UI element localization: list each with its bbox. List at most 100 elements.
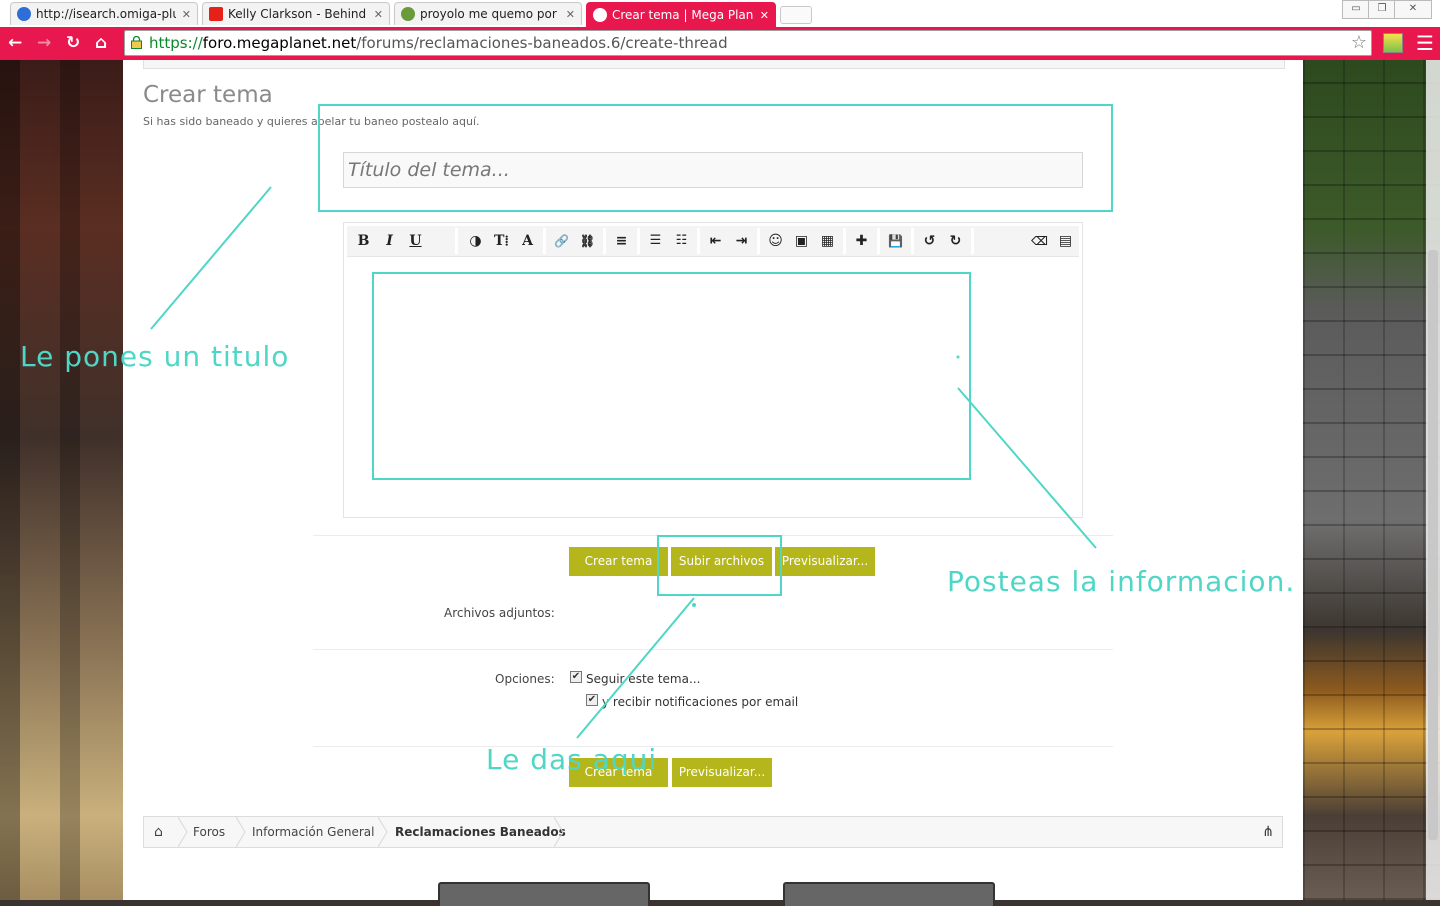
remove-format-button[interactable]: ⌫: [1027, 226, 1052, 256]
address-bar[interactable]: https://foro.megaplanet.net/forums/recla…: [124, 30, 1372, 56]
attachments-label: Archivos adjuntos:: [444, 606, 555, 620]
toolbar-separator: [455, 228, 458, 254]
browser-tab-megaplanet[interactable]: Crear tema | Mega Planet ✕: [586, 2, 776, 27]
tab-title: Kelly Clarkson - Behind Th: [228, 7, 368, 21]
bullet-list-button[interactable]: ☰: [643, 226, 668, 256]
toolbar-separator: [877, 228, 880, 254]
email-notify-label: y recibir notificaciones por email: [602, 695, 799, 709]
breadcrumb-item-foros[interactable]: Foros: [193, 817, 225, 847]
youtube-icon: [209, 7, 223, 21]
insert-more-button[interactable]: ✚: [849, 226, 874, 256]
home-icon[interactable]: ⌂: [95, 32, 107, 54]
close-tab-icon[interactable]: ✕: [566, 8, 575, 21]
extension-icon[interactable]: [1383, 33, 1403, 53]
site-icon: [401, 7, 415, 21]
browser-tab-proyolo[interactable]: proyolo me quemo por te ✕: [394, 2, 582, 25]
upload-files-button[interactable]: Subir archivos: [671, 547, 772, 576]
breadcrumb-separator: [554, 817, 564, 847]
toolbar-separator: [603, 228, 606, 254]
message-editor: B I U ◑ T⁞ A 🔗 ⛓ ≡ ☰ ☷ ⇤ ⇥ ☺ ▣ ▦ ✚ 💾 ↺ ↻…: [343, 222, 1083, 518]
bold-button[interactable]: B: [351, 226, 376, 256]
font-family-button[interactable]: A: [515, 226, 540, 256]
browser-tab-bar: http://isearch.omiga-plus ✕ Kelly Clarks…: [0, 0, 1440, 27]
preview-button[interactable]: Previsualizar...: [775, 547, 875, 576]
toolbar-separator: [911, 228, 914, 254]
toggle-source-button[interactable]: ▤: [1053, 226, 1078, 256]
url-scheme: https://: [149, 34, 203, 52]
indent-button[interactable]: ⇥: [729, 226, 754, 256]
title-annotation-text: Le pones un titulo: [20, 340, 290, 373]
bookmark-star-icon[interactable]: ☆: [1351, 31, 1367, 55]
browser-tab-isearch[interactable]: http://isearch.omiga-plus ✕: [10, 2, 198, 25]
toolbar-separator: [757, 228, 760, 254]
divider: [313, 649, 1113, 650]
create-thread-button[interactable]: Crear tema: [569, 547, 668, 576]
body-annotation-text: Posteas la informacion.: [947, 565, 1296, 598]
page-title: Crear tema: [143, 82, 273, 108]
restore-window-icon[interactable]: ❐: [1368, 0, 1396, 19]
breadcrumb-separator: [378, 817, 388, 847]
close-tab-icon[interactable]: ✕: [760, 9, 769, 22]
reload-icon[interactable]: ↻: [66, 32, 80, 54]
unlink-button[interactable]: ⛓: [575, 226, 600, 256]
tab-title: http://isearch.omiga-plus: [36, 7, 176, 21]
megaplanet-icon: [593, 8, 607, 22]
underline-button[interactable]: U: [403, 226, 428, 256]
divider: [313, 535, 1113, 536]
background-art-right: [1303, 60, 1440, 900]
save-draft-button[interactable]: 💾: [883, 226, 908, 256]
sitemap-icon[interactable]: ⋔: [1262, 817, 1274, 847]
message-body-input[interactable]: [347, 257, 1079, 515]
smilie-button[interactable]: ☺: [763, 226, 788, 256]
watch-thread-checkbox[interactable]: ✔: [570, 671, 582, 683]
menu-icon[interactable]: ☰: [1416, 33, 1434, 53]
insert-media-button[interactable]: ▦: [815, 226, 840, 256]
browser-toolbar: ← → ↻ ⌂ https://foro.megaplanet.net/foru…: [0, 27, 1440, 60]
globe-icon: [17, 7, 31, 21]
top-breadcrumb-edge: [143, 60, 1285, 69]
footer-image-button-right[interactable]: [783, 882, 995, 906]
page-subtitle: Si has sido baneado y quieres apelar tu …: [143, 115, 480, 128]
italic-button[interactable]: I: [377, 226, 402, 256]
divider: [313, 746, 1113, 747]
redo-button[interactable]: ↻: [943, 226, 968, 256]
scrollbar-thumb[interactable]: [1428, 250, 1438, 840]
forum-page: Crear tema Si has sido baneado y quieres…: [123, 60, 1303, 906]
tab-title: proyolo me quemo por te: [420, 7, 560, 21]
text-color-button[interactable]: ◑: [463, 226, 488, 256]
url-text: https://foro.megaplanet.net/forums/recla…: [149, 31, 728, 55]
breadcrumb-item-informacion-general[interactable]: Información General: [252, 817, 374, 847]
page-scrollbar[interactable]: [1426, 60, 1440, 900]
url-host: foro.megaplanet.net: [202, 34, 357, 52]
align-button[interactable]: ≡: [609, 226, 634, 256]
thread-title-input[interactable]: [343, 152, 1083, 188]
numbered-list-button[interactable]: ☷: [669, 226, 694, 256]
toolbar-separator: [971, 228, 974, 254]
undo-button[interactable]: ↺: [917, 226, 942, 256]
preview-button-bottom[interactable]: Previsualizar...: [672, 758, 772, 787]
tab-title: Crear tema | Mega Planet: [612, 8, 754, 22]
footer-image-button-left[interactable]: [438, 882, 650, 906]
new-tab-button[interactable]: [780, 6, 812, 24]
options-label: Opciones:: [495, 672, 555, 686]
close-tab-icon[interactable]: ✕: [374, 8, 383, 21]
back-arrow-icon[interactable]: ←: [8, 32, 22, 54]
browser-tab-youtube[interactable]: Kelly Clarkson - Behind Th ✕: [202, 2, 390, 25]
breadcrumb-separator: [236, 817, 246, 847]
toolbar-separator: [843, 228, 846, 254]
minimize-window-icon[interactable]: ▭: [1342, 0, 1370, 19]
forward-arrow-icon[interactable]: →: [37, 32, 51, 54]
insert-image-button[interactable]: ▣: [789, 226, 814, 256]
breadcrumb-home-icon[interactable]: ⌂: [154, 817, 163, 847]
outdent-button[interactable]: ⇤: [703, 226, 728, 256]
breadcrumb: ⌂ Foros Información General Reclamacione…: [143, 816, 1283, 848]
button-annotation-text: Le das aqui: [486, 743, 658, 776]
close-tab-icon[interactable]: ✕: [182, 8, 191, 21]
editor-toolbar: B I U ◑ T⁞ A 🔗 ⛓ ≡ ☰ ☷ ⇤ ⇥ ☺ ▣ ▦ ✚ 💾 ↺ ↻…: [347, 226, 1079, 257]
url-path: /forums/reclamaciones-baneados.6/create-…: [356, 34, 728, 52]
breadcrumb-item-reclamaciones-baneados[interactable]: Reclamaciones Baneados: [395, 817, 566, 847]
link-button[interactable]: 🔗: [549, 226, 574, 256]
email-notify-checkbox[interactable]: ✔: [586, 694, 598, 706]
close-window-icon[interactable]: ✕: [1394, 0, 1432, 19]
font-size-button[interactable]: T⁞: [489, 226, 514, 256]
